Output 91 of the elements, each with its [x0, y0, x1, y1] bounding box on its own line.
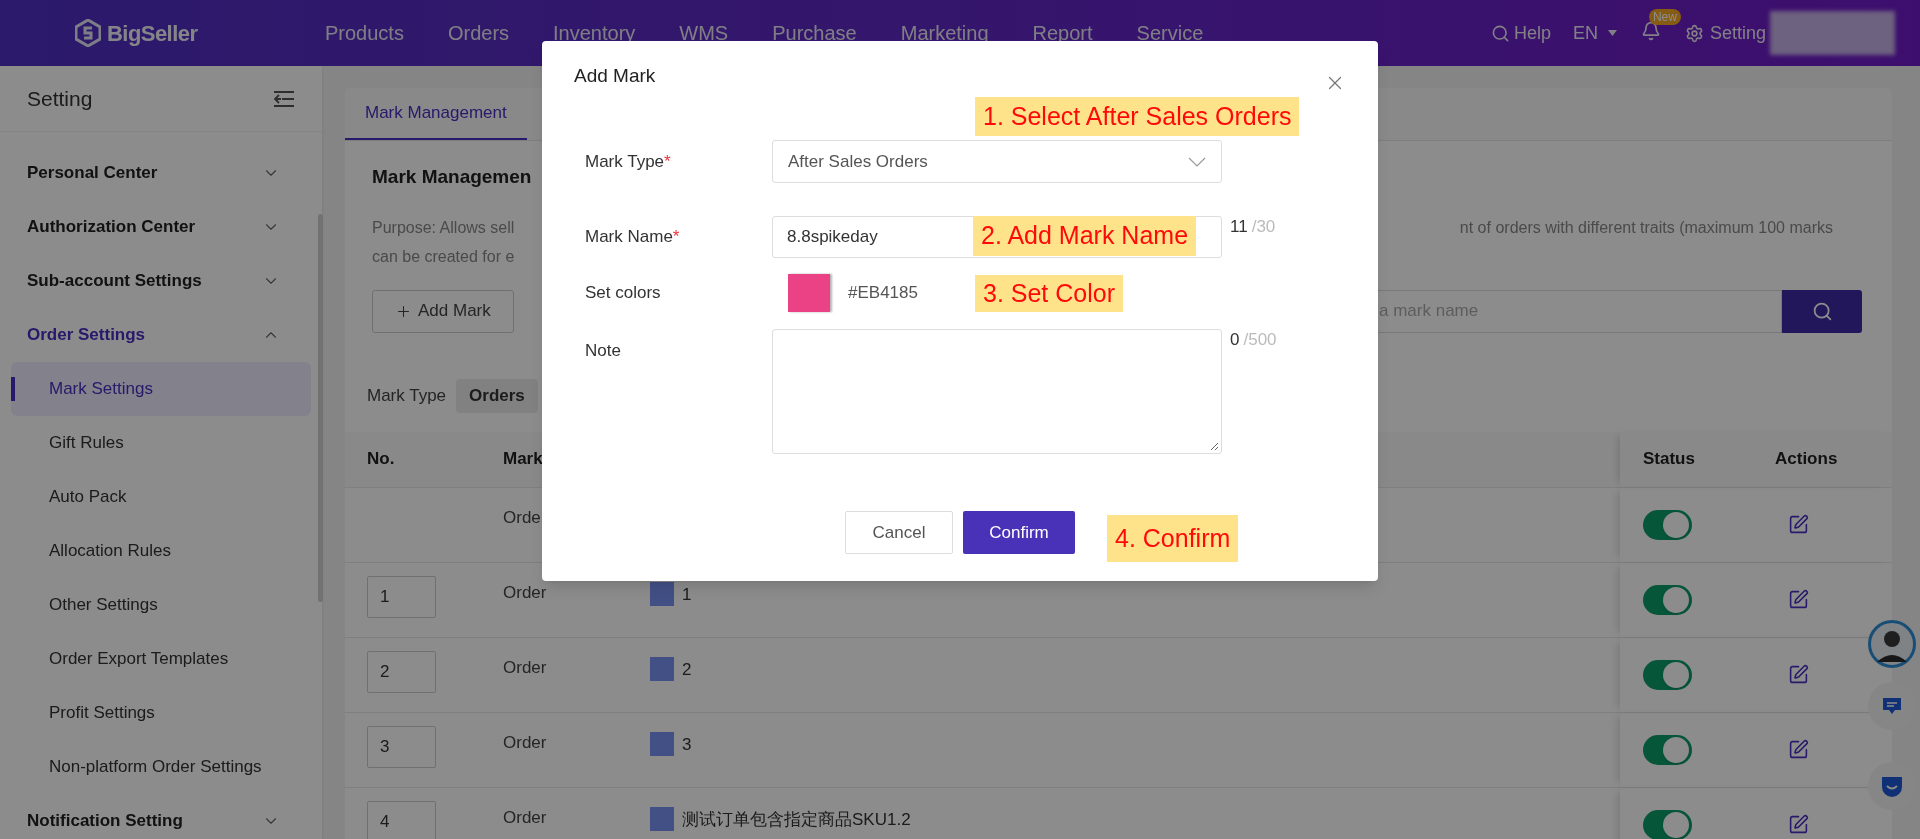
status-toggle[interactable] — [1643, 509, 1692, 540]
field-label: Mark Name — [585, 226, 673, 249]
edit-icon[interactable] — [1788, 514, 1809, 535]
sidebar-group[interactable]: Personal Center — [0, 146, 322, 200]
filter-chip[interactable]: Orders — [456, 378, 538, 413]
annotation-label: 2. Add Mark Name — [973, 216, 1197, 256]
collapse-icon[interactable] — [273, 89, 295, 108]
confirm-button[interactable]: Confirm — [963, 511, 1075, 554]
column-header: No. — [366, 448, 396, 471]
logo-text: BigSeller — [107, 19, 198, 48]
sidebar-item[interactable]: Auto Pack — [11, 470, 311, 524]
edit-icon[interactable] — [1788, 664, 1809, 685]
mark-type-select[interactable]: After Sales Orders — [772, 140, 1222, 183]
edit-icon[interactable] — [1788, 814, 1809, 835]
required-asterisk: * — [664, 150, 671, 173]
mark-color-square — [650, 582, 674, 607]
purpose-text: Purpose: Allows sell — [372, 217, 516, 238]
support-avatar[interactable] — [1868, 620, 1916, 668]
table-cell-text: Order — [503, 731, 548, 754]
char-limit: /30 — [1251, 216, 1276, 238]
sidebar-item[interactable]: Order Export Templates — [11, 632, 311, 686]
nav-menu-item[interactable]: Products — [325, 18, 404, 48]
section-heading: Mark Managemen — [372, 165, 533, 189]
table-cell-text: Orde — [503, 506, 542, 529]
color-swatch[interactable] — [788, 274, 830, 312]
search-icon — [1811, 300, 1833, 322]
number-field[interactable]: 1 — [367, 575, 436, 618]
note-field[interactable] — [772, 329, 1222, 454]
filter-label: Mark Type — [367, 384, 447, 407]
chevron-down-icon — [1188, 156, 1206, 167]
purpose-text: nt of orders with different traits (maximum 100 marks — [1459, 217, 1833, 238]
sidebar-item[interactable]: Allocation Rules — [11, 524, 311, 578]
bell-icon[interactable] — [1640, 21, 1661, 41]
dialog-title: Add Mark — [574, 63, 656, 88]
resize-handle-icon[interactable] — [1210, 442, 1219, 451]
mark-color-square — [650, 657, 674, 682]
number-field[interactable]: 4 — [367, 800, 436, 839]
sidebar-item[interactable]: Profit Settings — [11, 686, 311, 740]
search-icon — [1490, 23, 1510, 43]
table-cell-text: 3 — [682, 733, 692, 756]
status-toggle[interactable] — [1643, 809, 1692, 839]
mark-color-square — [650, 732, 674, 757]
field-label: Set colors — [585, 282, 661, 305]
sidebar-item[interactable]: Other Settings — [11, 578, 311, 632]
cancel-button[interactable]: Cancel — [845, 511, 953, 554]
number-field[interactable]: 2 — [367, 650, 436, 693]
new-badge: New — [1648, 9, 1681, 25]
color-hex: #EB4185 — [848, 282, 918, 305]
sidebar-item[interactable]: Non-platform Order Settings — [11, 740, 311, 794]
settings-link[interactable]: Setting — [1684, 19, 1766, 47]
caret-icon — [1607, 30, 1617, 36]
add-mark-button[interactable]: Add Mark — [372, 289, 514, 333]
settings-icon — [1684, 23, 1704, 43]
char-count: 0 — [1230, 329, 1240, 351]
sidebar-group[interactable]: Notification Setting — [0, 794, 322, 839]
purpose-text: can be created for e — [372, 246, 516, 267]
column-header: Status — [1642, 448, 1696, 471]
annotation-label: 1. Select After Sales Orders — [975, 97, 1300, 136]
required-asterisk: * — [672, 226, 680, 249]
sidebar-title: Setting — [27, 85, 93, 112]
annotation-label: 3. Set Color — [975, 275, 1123, 312]
sidebar-item[interactable]: Mark Settings — [11, 362, 311, 416]
char-limit: /500 — [1243, 329, 1277, 351]
number-field[interactable]: 3 — [367, 725, 436, 768]
status-toggle[interactable] — [1643, 734, 1692, 765]
table-cell-text: 测试订单包含指定商品SKU1.2 — [682, 808, 911, 831]
field-label: Mark Type — [585, 150, 665, 173]
tab[interactable]: Mark Management — [345, 88, 527, 140]
edit-icon[interactable] — [1788, 739, 1809, 760]
help-link[interactable]: Help — [1490, 19, 1551, 47]
column-header: Actions — [1775, 448, 1838, 471]
field-label: Note — [585, 340, 621, 362]
mark-color-square — [650, 807, 674, 832]
table-cell-text: Order — [503, 581, 548, 604]
logo-icon — [75, 19, 101, 47]
table-cell-text: Order — [503, 806, 548, 829]
char-count: 11 — [1230, 216, 1248, 238]
nav-menu-item[interactable]: Orders — [447, 18, 510, 48]
sidebar-item[interactable]: Gift Rules — [11, 416, 311, 470]
table-cell-text: Order — [503, 656, 548, 679]
table-cell-text: 1 — [682, 583, 692, 606]
edit-icon[interactable] — [1788, 589, 1809, 610]
table-cell-text: 2 — [682, 658, 692, 681]
status-toggle[interactable] — [1643, 659, 1692, 690]
language-selector[interactable]: EN — [1572, 19, 1617, 47]
annotation-label: 4. Confirm — [1107, 515, 1239, 562]
column-header: Mark — [503, 448, 544, 471]
smiley-icon — [1880, 774, 1904, 798]
scrollbar[interactable] — [318, 214, 323, 602]
status-toggle[interactable] — [1643, 584, 1692, 615]
search-button[interactable] — [1782, 289, 1862, 333]
